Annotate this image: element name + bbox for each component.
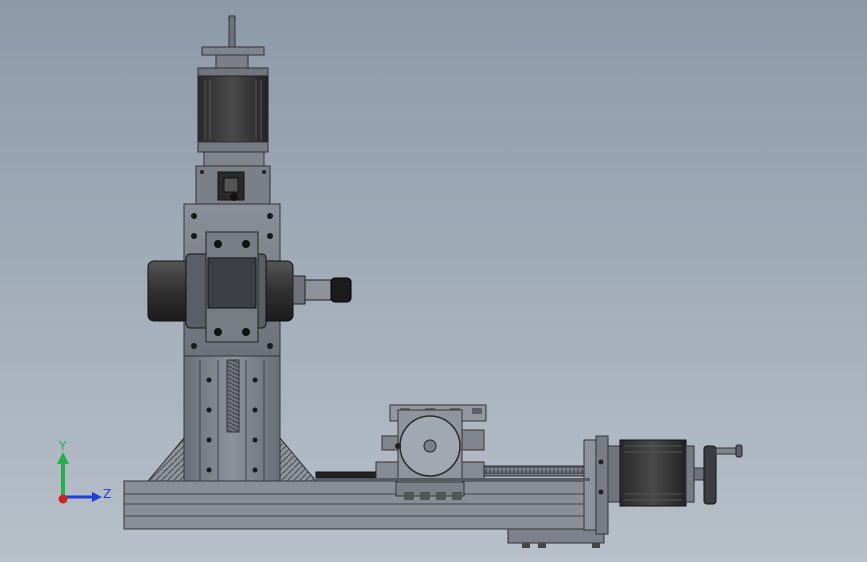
hand-wheel[interactable] bbox=[693, 444, 743, 505]
y-axis-arrowhead bbox=[57, 452, 69, 464]
x-axis-marker bbox=[58, 494, 68, 504]
base-extrusion-rail[interactable] bbox=[123, 480, 605, 548]
stepper-motor-x[interactable] bbox=[583, 435, 695, 535]
y-axis-label: Y bbox=[58, 439, 67, 453]
spindle-collet[interactable] bbox=[292, 275, 352, 305]
lead-screw bbox=[316, 478, 590, 481]
z-axis-arrowhead bbox=[92, 492, 102, 502]
z-axis-label: Z bbox=[103, 487, 111, 501]
machine-model[interactable] bbox=[0, 0, 867, 562]
cad-viewport[interactable]: Y Z bbox=[0, 0, 867, 562]
shaft-coupling[interactable] bbox=[195, 165, 271, 205]
axis-triad: Y Z bbox=[57, 439, 111, 504]
stepper-motor-z[interactable] bbox=[197, 15, 269, 167]
